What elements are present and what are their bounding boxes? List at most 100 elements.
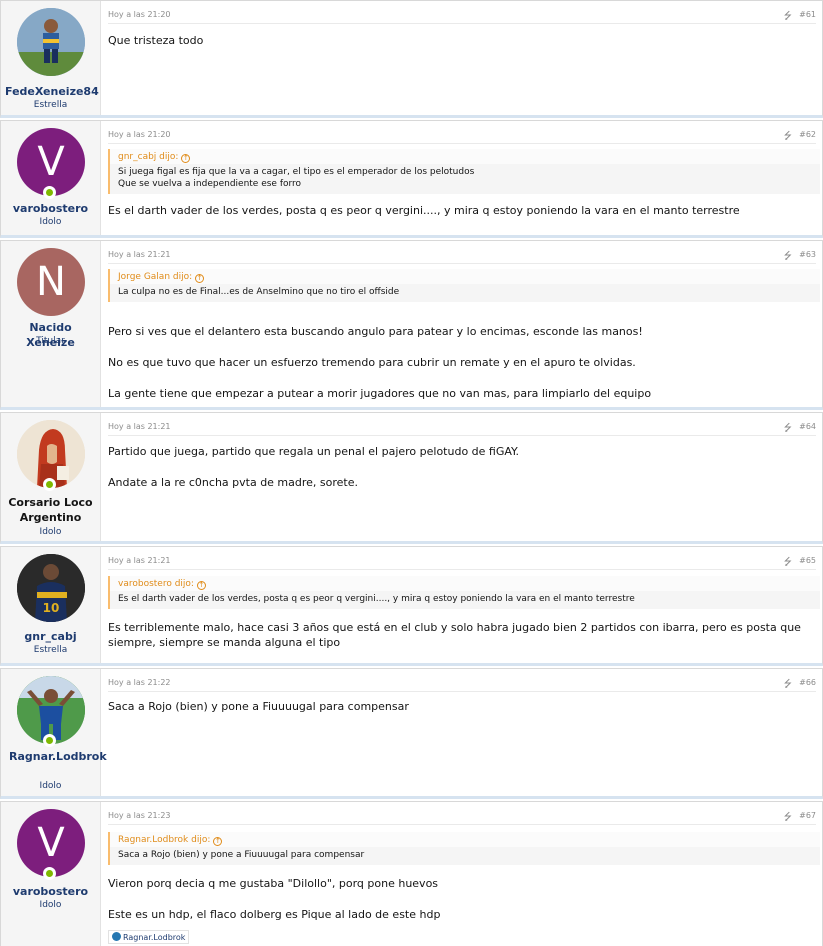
user-title: Titular <box>36 336 65 346</box>
post-paragraph: Este es un hdp, el flaco dolberg es Piqu… <box>108 908 441 921</box>
post-meta: Hoy a las 21:21 ⭍ #63 <box>108 250 816 264</box>
username[interactable]: Ragnar.Lodbrok <box>9 749 107 764</box>
username[interactable]: varobostero <box>5 201 96 216</box>
post-paragraph: Andate a la re c0ncha pvta de madre, sor… <box>108 476 359 489</box>
arrow-up-icon[interactable]: ↑ <box>195 274 205 283</box>
username[interactable]: FedeXeneize84 <box>5 84 99 99</box>
post-number[interactable]: #67 <box>799 811 816 820</box>
post-content: Hoy a las 21:22 ⭍ #66 Saca a Rojo (bien)… <box>102 669 822 796</box>
share-icon[interactable]: ⭍ <box>784 555 792 572</box>
share-icon[interactable]: ⭍ <box>784 810 792 827</box>
post-body: Es el darth vader de los verdes, posta q… <box>108 203 816 218</box>
post-time[interactable]: Hoy a las 21:21 <box>108 556 171 565</box>
quote-header[interactable]: varobostero dijo: ↑ <box>110 576 820 591</box>
post-meta: Hoy a las 21:20 ⭍ #62 <box>108 130 816 144</box>
user-title: Estrella <box>33 645 68 655</box>
quote-line: Saca a Rojo (bien) y pone a Fiuuuugal pa… <box>118 850 365 860</box>
quote-header[interactable]: gnr_cabj dijo: ↑ <box>110 149 820 164</box>
post-64: Corsario Loco Argentino Idolo Hoy a las … <box>0 412 823 544</box>
post-time[interactable]: Hoy a las 21:21 <box>108 250 171 259</box>
user-title: Idolo <box>39 900 62 910</box>
quote-author[interactable]: Ragnar.Lodbrok dijo: <box>118 835 210 845</box>
quote-line: La culpa no es de Final...es de Anselmin… <box>118 287 400 297</box>
arrow-up-icon[interactable]: ↑ <box>213 837 223 846</box>
user-column: V varobostero Idolo <box>1 121 101 235</box>
user-title: Idolo <box>39 527 62 537</box>
avatar[interactable]: N <box>17 248 85 316</box>
post-meta: Hoy a las 21:21 ⭍ #65 <box>108 556 816 570</box>
arrow-up-icon[interactable]: ↑ <box>181 154 191 163</box>
post-number[interactable]: #63 <box>799 250 816 259</box>
quote-block: Jorge Galan dijo: ↑ La culpa no es de Fin… <box>108 269 820 302</box>
user-column: Corsario Loco Argentino Idolo <box>1 413 101 541</box>
arrow-up-icon[interactable]: ↑ <box>196 581 206 590</box>
quote-author[interactable]: gnr_cabj dijo: <box>118 152 178 162</box>
user-column: 10 gnr_cabj Estrella <box>1 547 101 663</box>
post-67: V varobostero Idolo Hoy a las 21:23 ⭍ #6… <box>0 801 823 946</box>
post-paragraph: Es el darth vader de los verdes, posta q… <box>108 204 740 217</box>
quote-block: Ragnar.Lodbrok dijo: ↑ Saca a Rojo (bien)… <box>108 832 820 865</box>
quote-line: Es el darth vader de los verdes, posta q… <box>118 594 635 604</box>
post-meta: Hoy a las 21:20 ⭍ #61 <box>108 10 816 24</box>
post-number[interactable]: #64 <box>799 422 816 431</box>
username[interactable]: gnr_cabj <box>5 629 96 644</box>
username[interactable]: varobostero <box>5 884 96 899</box>
post-number[interactable]: #66 <box>799 678 816 687</box>
post-61: FedeXeneize84 Estrella Hoy a las 21:20 ⭍… <box>0 0 823 118</box>
user-column: Ragnar.Lodbrok Idolo <box>1 669 107 796</box>
post-meta: Hoy a las 21:21 ⭍ #64 <box>108 422 816 436</box>
post-body: Vieron porq decia q me gustaba "Dilollo"… <box>108 876 816 922</box>
online-status-icon <box>43 478 56 491</box>
user-title: Idolo <box>39 781 62 791</box>
quote-header[interactable]: Jorge Galan dijo: ↑ <box>110 269 820 284</box>
post-content: Hoy a las 21:21 ⭍ #64 Partido que juega,… <box>102 413 822 541</box>
online-status-icon <box>43 867 56 880</box>
quote-block: gnr_cabj dijo: ↑ Si juega figal es fija q… <box>108 149 820 194</box>
share-icon[interactable]: ⭍ <box>784 249 792 266</box>
post-body: Pero si ves que el delantero esta buscan… <box>108 324 816 401</box>
username[interactable]: Corsario Loco Argentino <box>5 495 96 525</box>
reaction-bar[interactable]: Ragnar.Lodbrok <box>108 930 190 944</box>
post-paragraph: La gente tiene que empezar a putear a mo… <box>108 387 652 400</box>
like-icon <box>112 932 121 941</box>
post-paragraph: Que tristeza todo <box>108 34 204 47</box>
post-time[interactable]: Hoy a las 21:22 <box>108 678 171 687</box>
user-title: Idolo <box>39 217 62 227</box>
quote-block: varobostero dijo: ↑ Es el darth vader de … <box>108 576 820 609</box>
post-number[interactable]: #62 <box>799 130 816 139</box>
quote-author[interactable]: Jorge Galan dijo: <box>118 272 192 282</box>
share-icon[interactable]: ⭍ <box>784 421 792 438</box>
post-time[interactable]: Hoy a las 21:20 <box>108 130 171 139</box>
post-paragraph: Vieron porq decia q me gustaba "Dilollo"… <box>108 877 439 890</box>
reaction-user[interactable]: Ragnar.Lodbrok <box>123 933 185 942</box>
post-number[interactable]: #61 <box>799 10 816 19</box>
player-photo-avatar-icon <box>17 8 85 76</box>
post-content: Hoy a las 21:21 ⭍ #63 Jorge Galan dijo: ↑… <box>102 241 822 407</box>
post-body: Es terriblemente malo, hace casi 3 años … <box>108 620 816 650</box>
user-title: Estrella <box>33 100 68 110</box>
post-content: Hoy a las 21:20 ⭍ #61 Que tristeza todo <box>102 1 822 115</box>
post-meta: Hoy a las 21:22 ⭍ #66 <box>108 678 816 692</box>
post-65: 10 gnr_cabj Estrella Hoy a las 21:21 ⭍ #… <box>0 546 823 666</box>
post-body: Saca a Rojo (bien) y pone a Fiuuuugal pa… <box>108 699 816 714</box>
post-time[interactable]: Hoy a las 21:21 <box>108 422 171 431</box>
quote-author[interactable]: varobostero dijo: <box>118 579 194 589</box>
post-number[interactable]: #65 <box>799 556 816 565</box>
online-status-icon <box>43 734 56 747</box>
avatar[interactable] <box>17 8 85 76</box>
quote-text: Es el darth vader de los verdes, posta q… <box>110 591 820 609</box>
quote-header[interactable]: Ragnar.Lodbrok dijo: ↑ <box>110 832 820 847</box>
post-time[interactable]: Hoy a las 21:23 <box>108 811 171 820</box>
post-content: Hoy a las 21:20 ⭍ #62 gnr_cabj dijo: ↑ Si… <box>102 121 822 235</box>
avatar[interactable]: 10 <box>17 554 85 622</box>
post-body: Partido que juega, partido que regala un… <box>108 444 816 490</box>
post-63: N Nacido Xeneize Titular Hoy a las 21:21… <box>0 240 823 410</box>
post-body: Que tristeza todo <box>108 33 816 48</box>
post-66: Ragnar.Lodbrok Idolo Hoy a las 21:22 ⭍ #… <box>0 668 823 799</box>
quote-text: Saca a Rojo (bien) y pone a Fiuuuugal pa… <box>110 847 820 865</box>
share-icon[interactable]: ⭍ <box>784 129 792 146</box>
share-icon[interactable]: ⭍ <box>784 677 792 694</box>
post-time[interactable]: Hoy a las 21:20 <box>108 10 171 19</box>
share-icon[interactable]: ⭍ <box>784 9 792 26</box>
quote-text: La culpa no es de Final...es de Anselmin… <box>110 284 820 302</box>
